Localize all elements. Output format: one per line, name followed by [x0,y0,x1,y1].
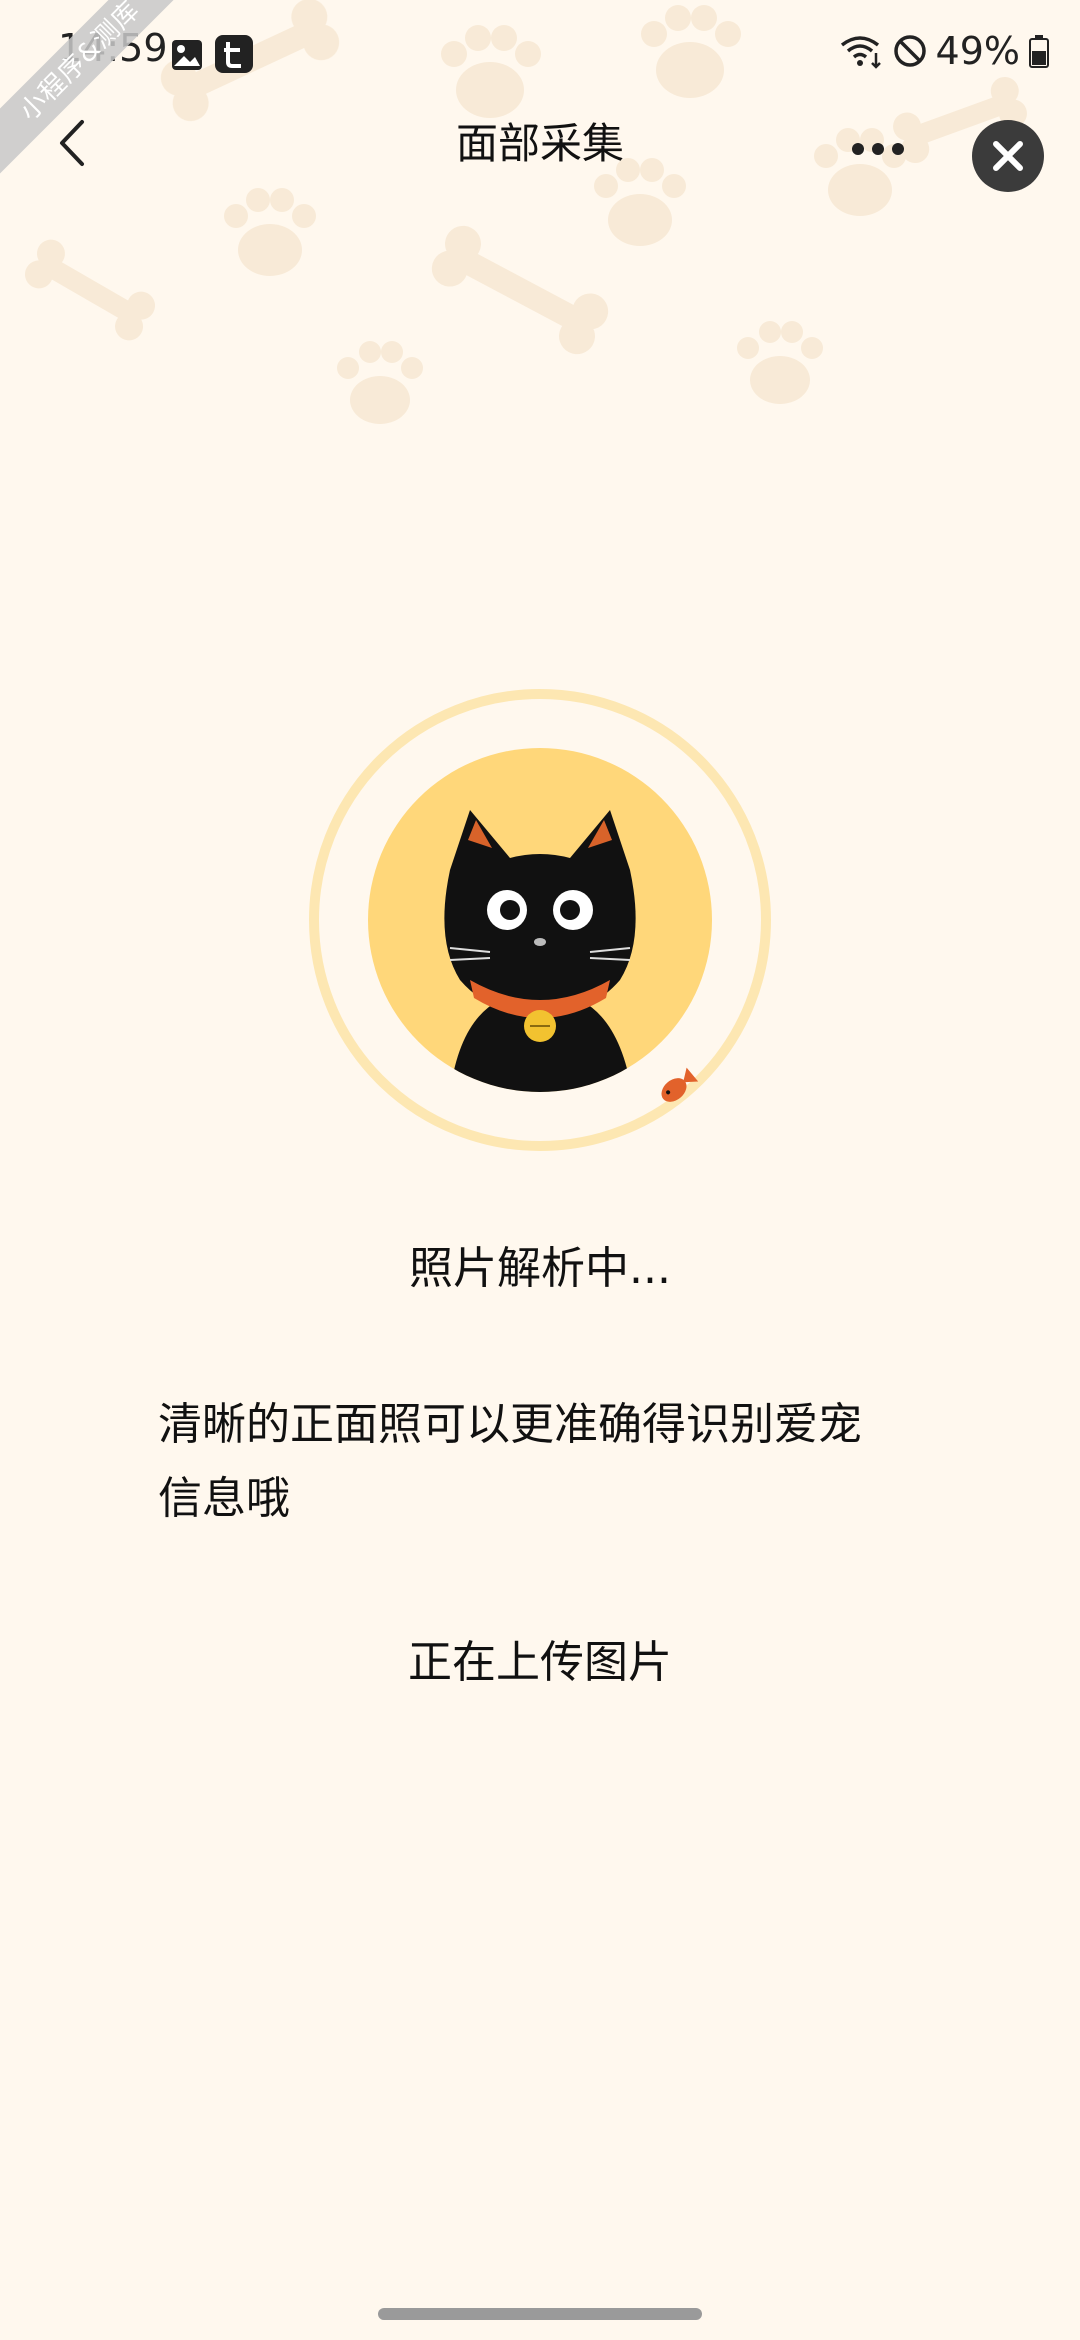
close-icon [993,141,1023,171]
photo-tip-text: 清晰的正面照可以更准确得识别爱宠 信息哦 [158,1388,918,1536]
status-bar: 14:59 49% [0,0,1080,110]
photo-tip-line-1: 清晰的正面照可以更准确得识别爱宠 [158,1399,862,1450]
status-right-group: 49% [838,26,1050,76]
pet-avatar-progress [309,689,771,1151]
do-not-disturb-icon [893,35,926,67]
home-indicator[interactable] [378,2308,702,2320]
battery-percent: 49% [935,29,1020,73]
gallery-icon [172,40,202,70]
page-title: 面部采集 [455,119,624,168]
parsing-status-text: 照片解析中... [409,1243,671,1294]
app-notification-icon [215,35,253,73]
photo-tip-line-2: 信息哦 [158,1473,290,1524]
uploading-status-text: 正在上传图片 [408,1637,672,1688]
more-options-icon[interactable] [848,134,908,164]
wifi-icon [840,36,881,69]
battery-icon [1029,35,1049,68]
close-button[interactable] [972,120,1044,192]
